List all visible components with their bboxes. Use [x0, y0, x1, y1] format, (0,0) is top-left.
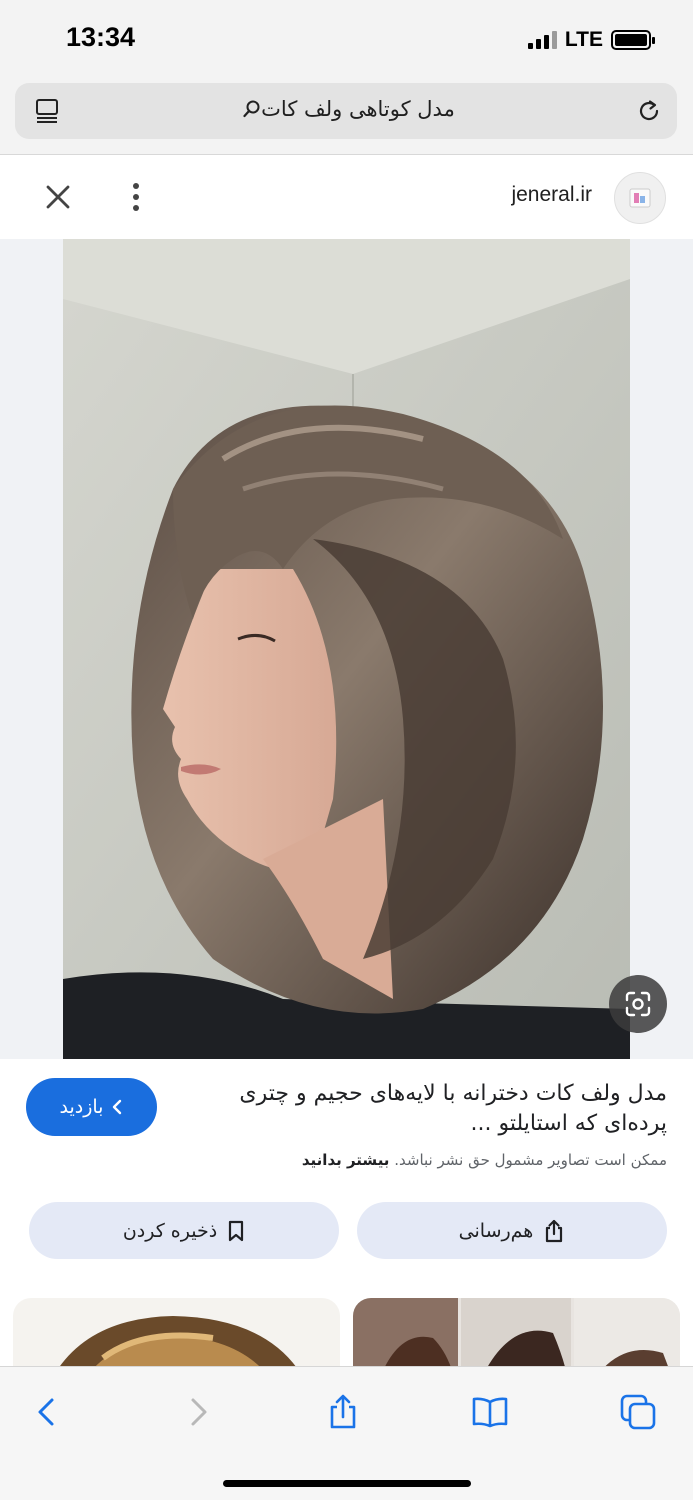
- site-favicon: [614, 172, 666, 224]
- tab-switcher-icon[interactable]: [619, 1393, 657, 1431]
- tabs-icon[interactable]: [33, 97, 61, 125]
- lens-button[interactable]: [609, 975, 667, 1033]
- search-query[interactable]: مدل کوتاهی ولف کات: [135, 97, 557, 121]
- related-image-graphic: [58, 1316, 297, 1368]
- search-query-text: مدل کوتاهی ولف کات: [261, 97, 455, 121]
- related-image[interactable]: [353, 1298, 680, 1368]
- bookmarks-icon[interactable]: [471, 1393, 509, 1431]
- close-icon[interactable]: [42, 181, 74, 213]
- lens-icon: [625, 991, 651, 1017]
- status-bar: 13:34 LTE: [0, 0, 693, 78]
- bookmark-icon: [229, 1220, 244, 1241]
- visit-label: بازدید: [59, 1096, 104, 1118]
- more-vertical-icon[interactable]: [124, 179, 148, 215]
- related-images: [0, 1298, 693, 1368]
- share-icon[interactable]: [324, 1393, 362, 1431]
- share-button[interactable]: هم‌رسانی: [357, 1202, 667, 1259]
- address-bar-area: مدل کوتاهی ولف کات: [0, 78, 693, 155]
- browser-toolbar: [0, 1366, 693, 1500]
- copyright-notice: ممکن است تصاویر مشمول حق نشر نباشد. بیشت…: [67, 1151, 667, 1169]
- status-indicators: LTE: [527, 28, 655, 52]
- signal-icon: [527, 31, 557, 49]
- related-image-graphic: [353, 1298, 680, 1368]
- home-indicator: [223, 1480, 471, 1487]
- reload-icon[interactable]: [635, 97, 663, 125]
- save-button[interactable]: ذخیره کردن: [29, 1202, 339, 1259]
- chevron-left-icon: [113, 1099, 122, 1115]
- learn-more-link[interactable]: بیشتر بدانید: [302, 1151, 390, 1169]
- result-image[interactable]: [63, 239, 630, 1059]
- result-title[interactable]: مدل ولف کات دخترانه با لایه‌های حجیم و چ…: [227, 1079, 667, 1139]
- battery-icon: [611, 30, 655, 50]
- search-bar[interactable]: مدل کوتاهی ولف کات: [15, 83, 677, 139]
- share-label: هم‌رسانی: [458, 1219, 534, 1242]
- visit-button[interactable]: بازدید: [26, 1078, 157, 1136]
- back-icon[interactable]: [28, 1393, 66, 1431]
- share-icon: [546, 1219, 563, 1242]
- related-image[interactable]: [13, 1298, 340, 1368]
- image-viewer: [0, 239, 693, 1059]
- source-domain[interactable]: jeneral.ir: [511, 183, 592, 207]
- source-header: jeneral.ir: [0, 155, 693, 239]
- network-label: LTE: [564, 28, 603, 51]
- favicon-icon: [629, 188, 651, 208]
- copyright-text: ممکن است تصاویر مشمول حق نشر نباشد.: [394, 1151, 667, 1169]
- search-icon: [243, 100, 260, 118]
- forward-icon[interactable]: [179, 1393, 217, 1431]
- hairstyle-photo: [63, 239, 630, 1059]
- status-time: 13:34: [66, 22, 136, 52]
- save-label: ذخیره کردن: [122, 1219, 218, 1242]
